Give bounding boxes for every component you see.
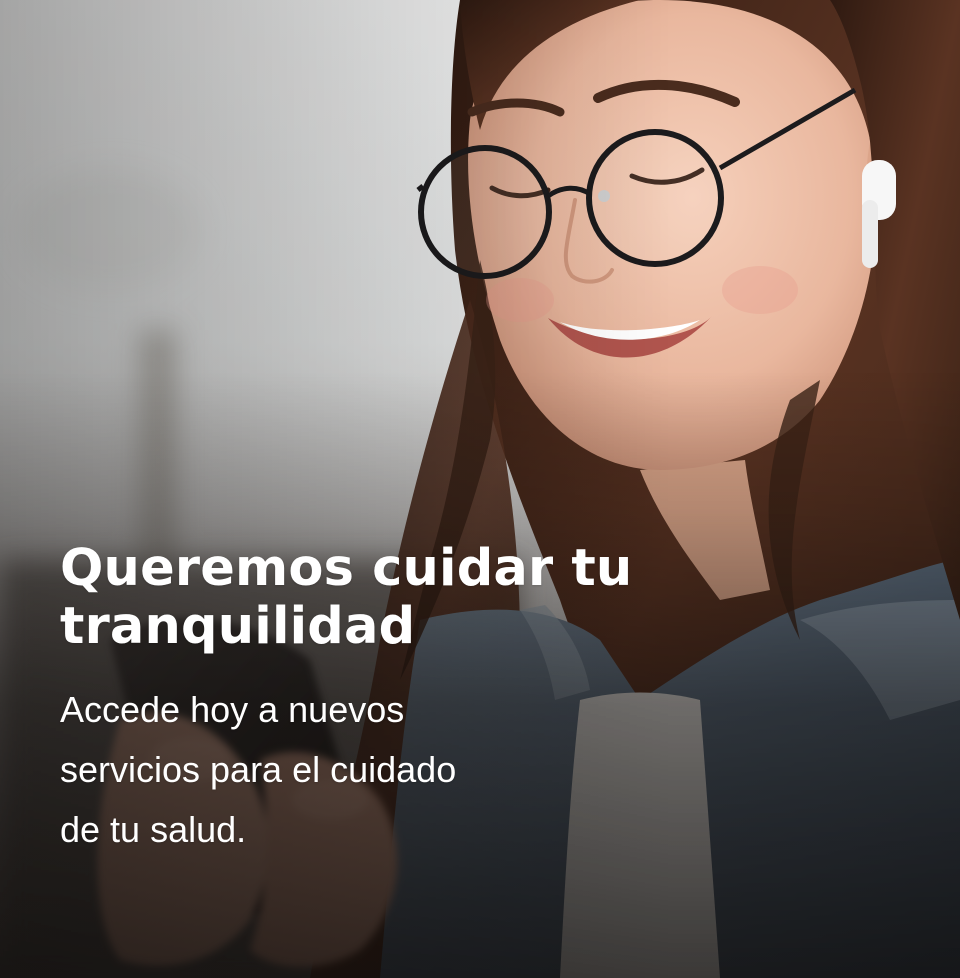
hero-subtitle-line: Accede hoy a nuevos xyxy=(60,689,405,730)
hero-title-line: tranquilidad xyxy=(60,597,416,656)
hero-title: Queremos cuidar tu tranquilidad xyxy=(60,540,760,656)
hero-banner: Queremos cuidar tu tranquilidad Accede h… xyxy=(0,0,960,978)
hero-title-line: Queremos cuidar tu xyxy=(60,539,633,598)
hero-subtitle-line: de tu salud. xyxy=(60,809,247,850)
hero-subtitle: Accede hoy a nuevos servicios para el cu… xyxy=(60,680,760,860)
hero-subtitle-line: servicios para el cuidado xyxy=(60,749,457,790)
hero-copy: Queremos cuidar tu tranquilidad Accede h… xyxy=(60,540,760,860)
